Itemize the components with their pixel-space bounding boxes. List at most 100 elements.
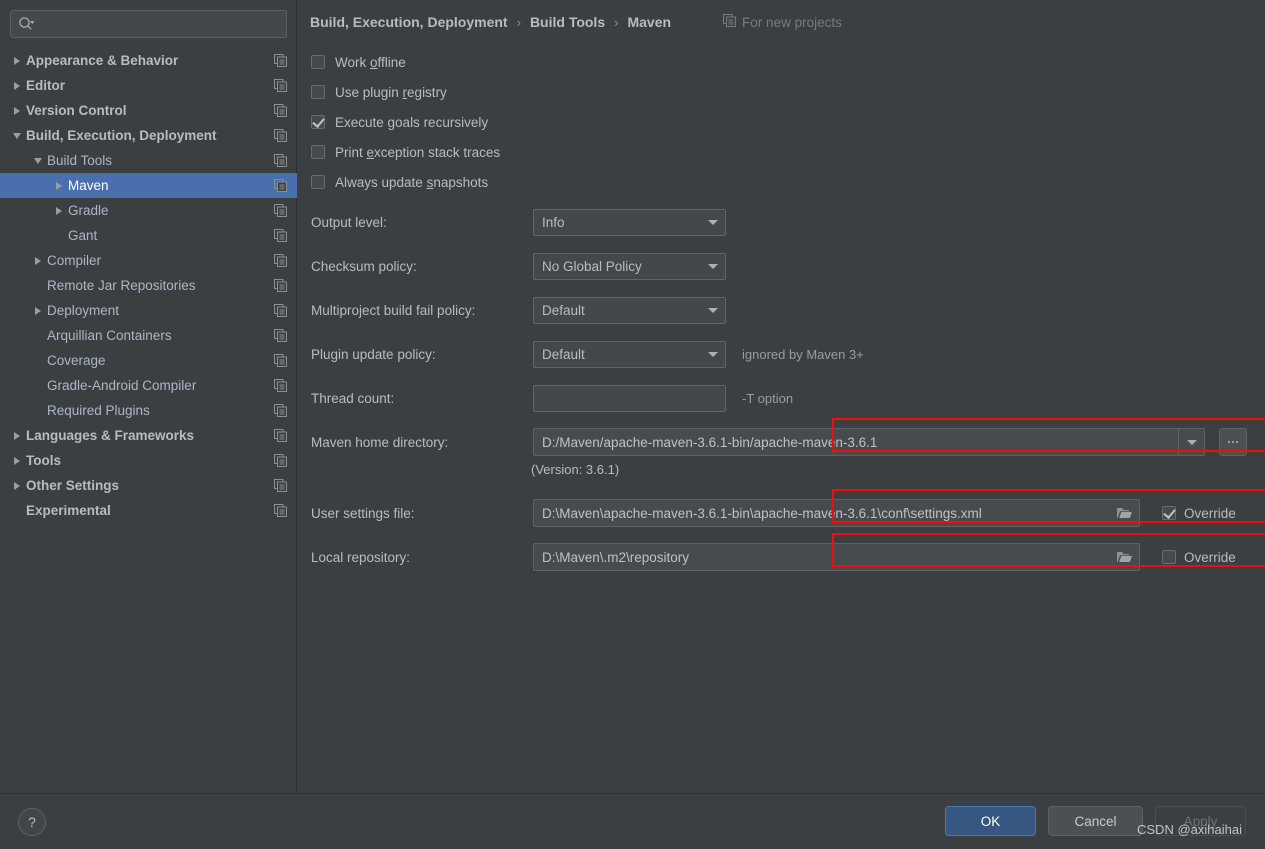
sidebar-item-languages-frameworks[interactable]: Languages & Frameworks [0, 423, 297, 448]
thread-count-label: Thread count: [311, 390, 395, 406]
user-settings-override-checkbox[interactable] [1162, 506, 1176, 520]
sidebar-item-gant[interactable]: Gant [0, 223, 297, 248]
local-repository-row: Local repository: D:\Maven\.m2\repositor… [311, 535, 1265, 579]
for-new-projects-indicator[interactable]: For new projects [723, 14, 842, 30]
for-new-projects-label: For new projects [742, 14, 842, 30]
cancel-button[interactable]: Cancel [1048, 806, 1143, 836]
chevron-down-icon[interactable] [8, 132, 26, 139]
checkbox-label-mnemonic: e [366, 144, 375, 160]
chevron-right-icon[interactable] [29, 256, 47, 265]
sidebar-item-deployment[interactable]: Deployment [0, 298, 297, 323]
user-settings-file-field[interactable]: D:\Maven\apache-maven-3.6.1-bin\apache-m… [533, 499, 1140, 527]
checksum-policy-row: Checksum policy: No Global Policy [311, 244, 1265, 288]
ok-button[interactable]: OK [945, 806, 1036, 836]
user-settings-file-label: User settings file: [311, 505, 415, 521]
sidebar-item-arquillian-containers[interactable]: Arquillian Containers [0, 323, 297, 348]
sidebar-item-compiler[interactable]: Compiler [0, 248, 297, 273]
chevron-right-icon[interactable] [8, 81, 26, 90]
maven-home-dropdown-arrow[interactable] [1178, 429, 1204, 455]
checkbox-row-work-offline[interactable]: Work offline [311, 47, 811, 77]
chevron-right-icon[interactable] [50, 181, 68, 190]
chevron-right-icon[interactable] [8, 431, 26, 440]
checkbox-label-mnemonic: o [370, 54, 378, 70]
plugin-update-policy-dropdown[interactable]: Default [533, 340, 726, 368]
chevron-right-icon[interactable] [29, 306, 47, 315]
sidebar-item-remote-jar-repositories[interactable]: Remote Jar Repositories [0, 273, 297, 298]
breadcrumb-separator: › [516, 14, 521, 30]
search-box[interactable] [10, 10, 287, 38]
user-settings-override-group[interactable]: Override [1162, 506, 1236, 521]
sidebar-item-maven[interactable]: Maven [0, 173, 297, 198]
copy-icon [274, 54, 287, 67]
checkbox-label-post: ffline [377, 54, 406, 70]
sidebar-item-version-control[interactable]: Version Control [0, 98, 297, 123]
settings-sidebar: Appearance & Behavior Editor Version Con… [0, 0, 297, 793]
checksum-policy-dropdown[interactable]: No Global Policy [533, 252, 726, 280]
folder-icon[interactable] [1109, 500, 1139, 526]
checkbox-label-post: egistry [407, 84, 447, 100]
chevron-down-icon[interactable] [701, 307, 725, 313]
checkbox-work-offline[interactable] [311, 55, 325, 69]
sidebar-item-label: Editor [26, 78, 65, 93]
sidebar-item-gradle[interactable]: Gradle [0, 198, 297, 223]
copy-icon [274, 454, 287, 467]
sidebar-item-required-plugins[interactable]: Required Plugins [0, 398, 297, 423]
copy-icon [274, 404, 287, 417]
sidebar-item-build-execution-deployment[interactable]: Build, Execution, Deployment [0, 123, 297, 148]
sidebar-item-label: Languages & Frameworks [26, 428, 195, 443]
maven-home-browse-button[interactable] [1219, 428, 1247, 456]
sidebar-item-label: Maven [68, 178, 109, 193]
apply-button: Apply [1155, 806, 1246, 836]
checkbox-label-post: oals recursively [395, 114, 489, 130]
output-level-dropdown[interactable]: Info [533, 208, 726, 236]
maven-home-directory-row: Maven home directory: D:/Maven/apache-ma… [311, 420, 1265, 464]
chevron-right-icon[interactable] [8, 106, 26, 115]
checkbox-label: Work offline [335, 55, 406, 70]
checkbox-use-plugin-registry[interactable] [311, 85, 325, 99]
copy-icon [274, 479, 287, 492]
chevron-right-icon[interactable] [50, 206, 68, 215]
plugin-update-policy-row: Plugin update policy: Default ignored by M… [311, 332, 1265, 376]
copy-icon [274, 129, 287, 142]
breadcrumb-item-2[interactable]: Maven [627, 14, 671, 30]
chevron-down-icon[interactable] [701, 263, 725, 269]
multiproject-build-fail-policy-value: Default [542, 302, 585, 318]
sidebar-item-tools[interactable]: Tools [0, 448, 297, 473]
chevron-down-icon[interactable] [29, 157, 47, 164]
chevron-right-icon[interactable] [8, 56, 26, 65]
local-repository-field[interactable]: D:\Maven\.m2\repository [533, 543, 1140, 571]
multiproject-build-fail-policy-row: Multiproject build fail policy: Default [311, 288, 1265, 332]
settings-dialog: Appearance & Behavior Editor Version Con… [0, 0, 1265, 849]
checkbox-execute-goals-recursively[interactable] [311, 115, 325, 129]
maven-home-directory-field[interactable]: D:/Maven/apache-maven-3.6.1-bin/apache-m… [533, 428, 1205, 456]
folder-icon[interactable] [1109, 544, 1139, 570]
chevron-right-icon[interactable] [8, 481, 26, 490]
breadcrumb-item-1[interactable]: Build Tools [530, 14, 605, 30]
sidebar-item-appearance-behavior[interactable]: Appearance & Behavior [0, 48, 297, 73]
chevron-down-icon[interactable] [701, 351, 725, 357]
sidebar-item-other-settings[interactable]: Other Settings [0, 473, 297, 498]
checkbox-row-print-exception-stack-traces[interactable]: Print exception stack traces [311, 137, 811, 167]
search-input[interactable] [35, 16, 286, 32]
checkbox-row-always-update-snapshots[interactable]: Always update snapshots [311, 167, 811, 197]
sidebar-item-experimental[interactable]: Experimental [0, 498, 297, 523]
breadcrumb-item-0[interactable]: Build, Execution, Deployment [310, 14, 508, 30]
help-button[interactable]: ? [18, 808, 46, 836]
copy-icon [274, 329, 287, 342]
multiproject-build-fail-policy-dropdown[interactable]: Default [533, 296, 726, 324]
local-repository-override-checkbox[interactable] [1162, 550, 1176, 564]
checkbox-always-update-snapshots[interactable] [311, 175, 325, 189]
sidebar-item-editor[interactable]: Editor [0, 73, 297, 98]
checkbox-print-exception-stack-traces[interactable] [311, 145, 325, 159]
checkbox-row-use-plugin-registry[interactable]: Use plugin registry [311, 77, 811, 107]
chevron-right-icon[interactable] [8, 456, 26, 465]
thread-count-row: Thread count: -T option [311, 376, 1265, 420]
sidebar-item-build-tools[interactable]: Build Tools [0, 148, 297, 173]
checkbox-row-execute-goals-recursively[interactable]: Execute goals recursively [311, 107, 811, 137]
sidebar-item-coverage[interactable]: Coverage [0, 348, 297, 373]
chevron-down-icon[interactable] [701, 219, 725, 225]
thread-count-input[interactable] [533, 384, 726, 412]
sidebar-item-gradle-android-compiler[interactable]: Gradle-Android Compiler [0, 373, 297, 398]
local-repository-override-group[interactable]: Override [1162, 550, 1236, 565]
output-level-value: Info [542, 214, 565, 230]
